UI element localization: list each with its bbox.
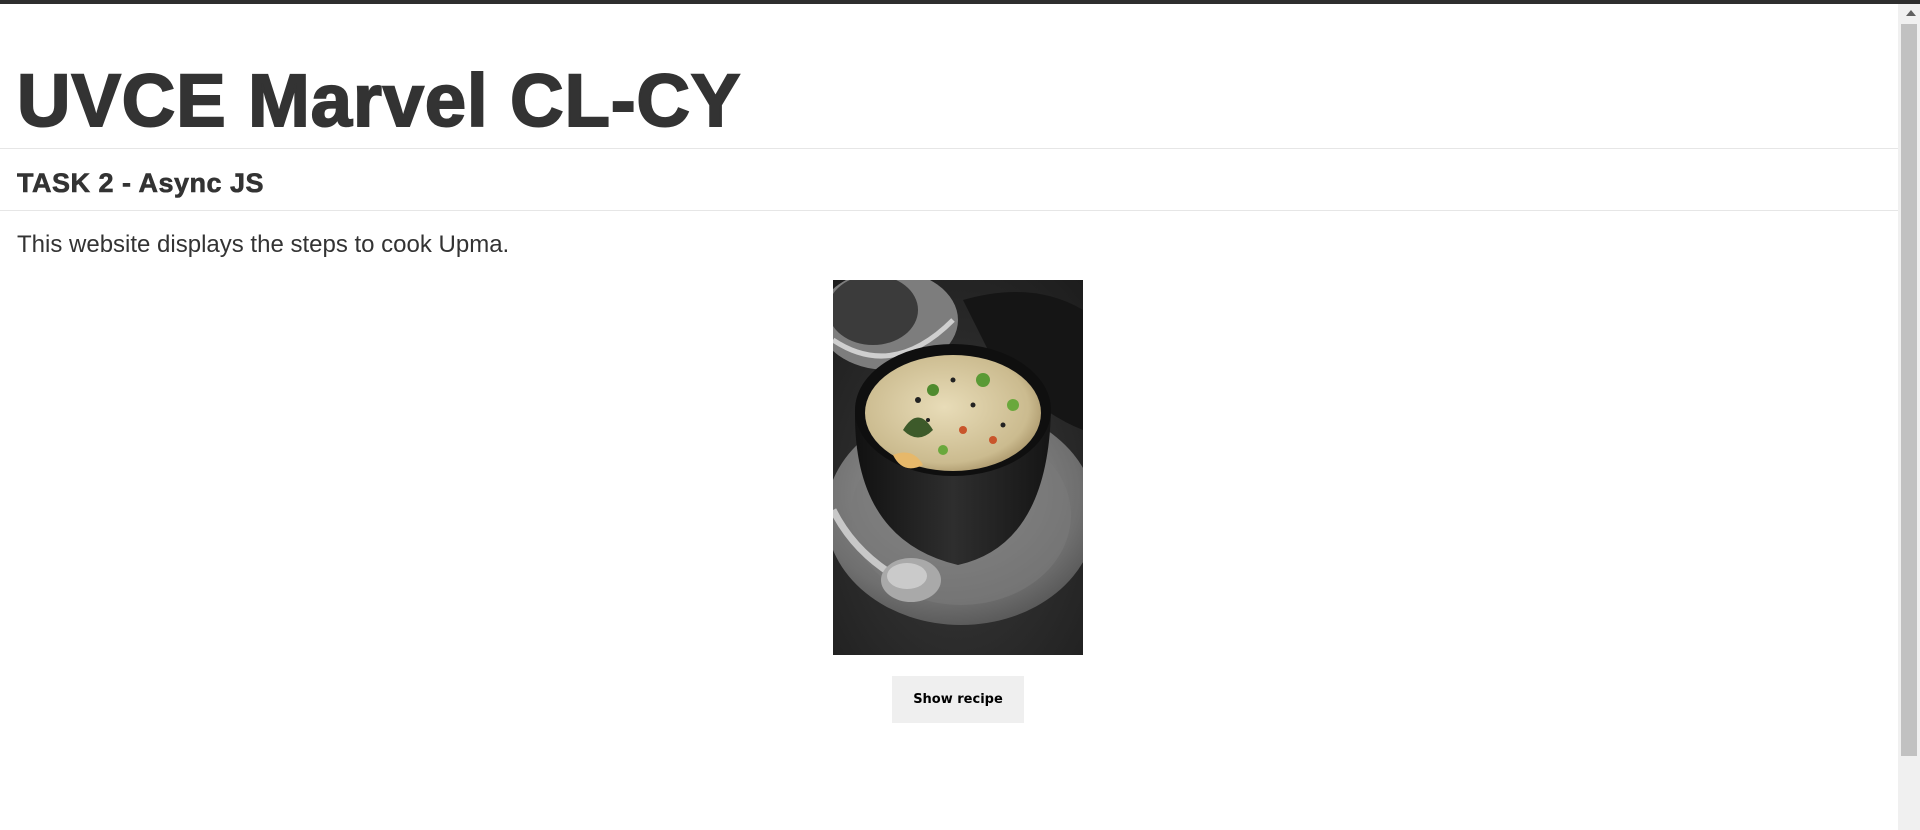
upma-image	[833, 280, 1083, 655]
title-divider	[0, 148, 1898, 149]
subtitle-divider	[0, 210, 1898, 211]
page-title: UVCE Marvel CL-CY	[16, 58, 742, 143]
food-photo-icon	[833, 280, 1083, 655]
page-subtitle: TASK 2 - Async JS	[17, 168, 265, 199]
scroll-up-arrow-icon[interactable]	[1906, 10, 1916, 16]
intro-text: This website displays the steps to cook …	[17, 231, 510, 258]
show-recipe-button[interactable]: Show recipe	[892, 676, 1024, 723]
scrollbar-thumb[interactable]	[1901, 24, 1917, 756]
